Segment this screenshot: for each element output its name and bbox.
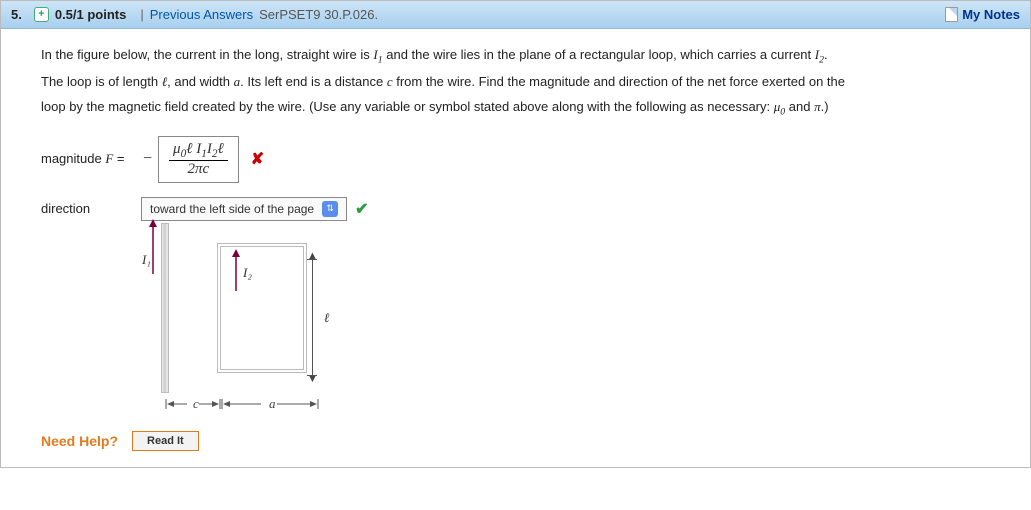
loop-current-arrow-icon	[229, 249, 243, 299]
dimension-bottom: c a	[161, 397, 401, 411]
question-header: 5. + 0.5/1 points | Previous Answers Ser…	[1, 1, 1030, 29]
magnitude-input[interactable]: μ0ℓ I1I2ℓ 2πc	[158, 136, 239, 183]
dimension-a: a	[221, 397, 321, 411]
magnitude-row: magnitude F = − μ0ℓ I1I2ℓ 2πc ✘	[41, 136, 1004, 183]
text: The loop is of length	[41, 74, 162, 89]
incorrect-icon: ✘	[251, 149, 264, 169]
text: from the wire. Find the magnitude and di…	[393, 74, 845, 89]
expand-icon[interactable]: +	[34, 7, 49, 22]
problem-statement: In the figure below, the current in the …	[41, 43, 1004, 122]
magnitude-numerator: μ0ℓ I1I2ℓ	[169, 141, 228, 161]
text: In the figure below, the current in the …	[41, 47, 373, 62]
my-notes-link[interactable]: My Notes	[962, 7, 1020, 22]
question-number: 5.	[11, 7, 22, 22]
direction-select[interactable]: toward the left side of the page ⇅	[141, 197, 347, 221]
direction-value: toward the left side of the page	[150, 202, 314, 216]
assignment-id: SerPSET9 30.P.026.	[259, 7, 378, 22]
label-I2: I₂	[243, 265, 252, 281]
problem-figure: I₁ I₂ ▲ ▼ ℓ	[161, 243, 401, 411]
question-container: 5. + 0.5/1 points | Previous Answers Ser…	[0, 0, 1031, 468]
previous-answers-link[interactable]: Previous Answers	[150, 7, 253, 22]
notes-icon[interactable]	[945, 7, 958, 22]
negative-sign: −	[143, 150, 152, 168]
rectangular-loop: I₂	[217, 243, 307, 373]
wire-current-arrow-icon	[146, 219, 160, 279]
label-ell: ℓ	[324, 310, 329, 326]
need-help-section: Need Help? Read It	[41, 431, 1004, 451]
question-body: In the figure below, the current in the …	[1, 29, 1030, 467]
text: , and width	[167, 74, 234, 89]
text: and the wire lies in the plane of a rect…	[383, 47, 815, 62]
dimension-ell: ▲ ▼ ℓ	[307, 243, 329, 393]
label-a: a	[269, 397, 276, 411]
text: .)	[821, 99, 829, 114]
text: .	[824, 47, 828, 62]
separator: |	[140, 7, 143, 22]
read-it-button[interactable]: Read It	[132, 431, 199, 451]
label-c: c	[193, 397, 199, 411]
direction-row: direction toward the left side of the pa…	[41, 197, 1004, 221]
points-text: 0.5/1 points	[55, 7, 127, 22]
need-help-label: Need Help?	[41, 433, 118, 449]
direction-label: direction	[41, 201, 141, 216]
text: loop by the magnetic field created by th…	[41, 99, 774, 114]
label-I1: I₁	[142, 252, 151, 268]
dimension-c: c	[165, 397, 221, 411]
straight-wire: I₁	[161, 223, 169, 393]
magnitude-denominator: 2πc	[184, 161, 214, 178]
select-stepper-icon: ⇅	[322, 201, 338, 217]
text: . Its left end is a distance	[240, 74, 387, 89]
magnitude-label: magnitude F =	[41, 151, 141, 167]
text: and	[785, 99, 814, 114]
correct-icon: ✔	[355, 199, 368, 219]
